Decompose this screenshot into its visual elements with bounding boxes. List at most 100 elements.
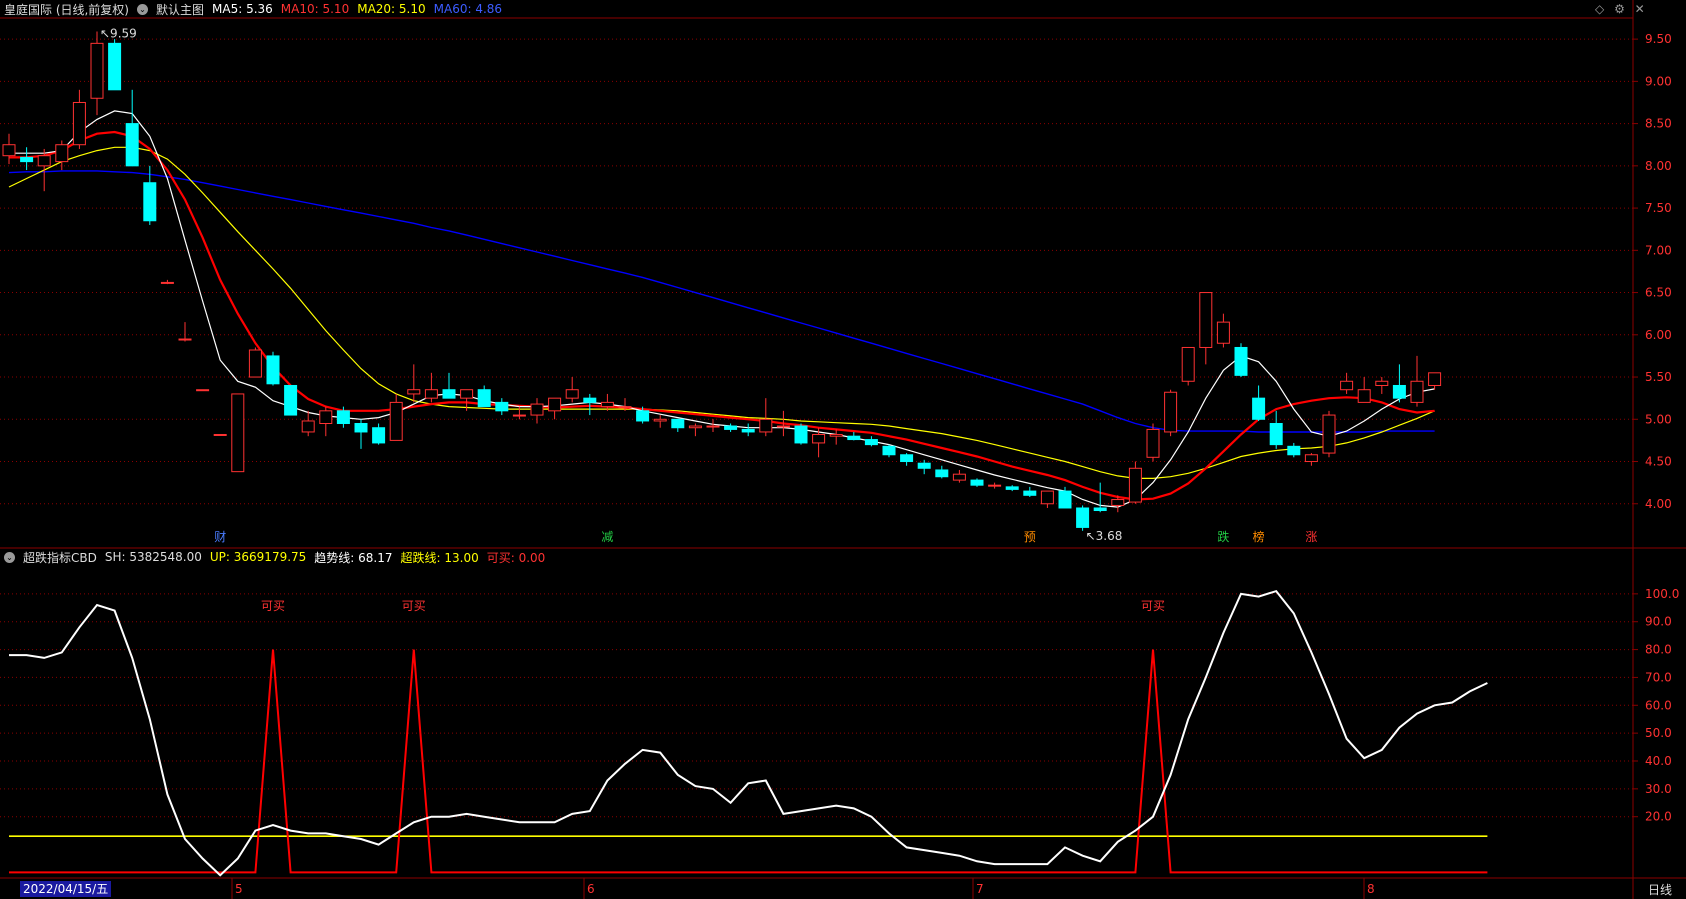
close-icon[interactable]: ✕ — [1635, 2, 1645, 16]
candle-body — [565, 389, 579, 399]
indicator-header: ⌄ 超跌指标CBD SH: 5382548.00 UP: 3669179.75 … — [4, 548, 545, 566]
candle-body — [266, 355, 280, 385]
month-label: 5 — [235, 882, 243, 896]
candle-body — [548, 397, 562, 412]
candle-body — [125, 123, 139, 167]
indicator-tick-label: 80.0 — [1645, 643, 1672, 657]
candle-body — [935, 469, 949, 478]
candle-body — [1076, 507, 1090, 528]
candle-body — [618, 406, 632, 409]
ma5-label: MA5: 5.36 — [212, 2, 273, 16]
candle-body — [1181, 346, 1195, 382]
candle-body — [477, 389, 491, 408]
candle-body — [900, 454, 914, 463]
candle-body — [319, 410, 333, 425]
candle-body — [460, 389, 474, 399]
candle-body — [284, 384, 298, 416]
ma5-line — [9, 110, 1435, 508]
candle-body — [1410, 380, 1424, 403]
kline-chart: ↖9.59 ↖3.68 财 减 预 跌 榜 涨 — [2, 27, 1442, 544]
candle-body — [108, 42, 122, 91]
candle-body — [1340, 380, 1354, 391]
candle-body — [1058, 490, 1072, 509]
candle-body — [1357, 389, 1371, 403]
price-tick-label: 9.00 — [1645, 74, 1672, 88]
candle-body — [1322, 414, 1336, 454]
candle-body — [20, 156, 34, 163]
sh-label: SH: 5382548.00 — [104, 550, 202, 564]
cursor-date: 2022/04/15/五 — [20, 881, 112, 897]
candle-body — [653, 418, 667, 422]
candle-body — [55, 144, 69, 163]
candle-body — [759, 418, 773, 433]
candle-body — [970, 479, 984, 486]
event-marker: 跌 — [1217, 529, 1229, 544]
period-label[interactable]: 日线 — [1648, 881, 1672, 898]
diamond-icon[interactable]: ◇ — [1595, 2, 1604, 16]
candle-body — [636, 410, 650, 422]
candle-body — [336, 410, 350, 425]
candle-body — [724, 425, 738, 430]
event-marker: 榜 — [1253, 529, 1265, 544]
candle-body — [301, 420, 315, 433]
settings-icon[interactable]: ⚙ — [1614, 2, 1625, 16]
candle-body — [847, 435, 861, 441]
ma60-label: MA60: 4.86 — [433, 2, 503, 16]
main-chart-header: 皇庭国际 (日线,前复权) ⌄ 默认主图 MA5: 5.36 MA10: 5.1… — [4, 0, 502, 18]
indicator-title[interactable]: 超跌指标CBD — [23, 549, 97, 566]
indicator-tick-label: 60.0 — [1645, 698, 1672, 712]
chevron-down-icon[interactable]: ⌄ — [137, 3, 148, 15]
buy-signal-label: 可买 — [261, 599, 285, 613]
candle-body — [988, 484, 1002, 487]
candle-body — [160, 281, 174, 284]
candle-body — [1128, 467, 1142, 503]
indicator-tick-label: 70.0 — [1645, 670, 1672, 684]
buy-signal-label: 可买 — [1141, 599, 1165, 613]
candle-body — [952, 473, 966, 481]
candle-body — [1428, 372, 1442, 386]
price-tick-label: 5.00 — [1645, 412, 1672, 426]
candle-body — [90, 42, 104, 99]
stock-title[interactable]: 皇庭国际 (日线,前复权) — [4, 1, 129, 18]
candle-body — [196, 389, 210, 392]
price-tick-label: 5.50 — [1645, 370, 1672, 384]
candle-body — [829, 433, 843, 437]
candle-body — [1375, 380, 1389, 386]
chart-canvas: ↖9.59 ↖3.68 财 减 预 跌 榜 涨 可买 可买 可买 9.50 9.00 8.50 8.00… — [0, 0, 1686, 899]
buyable-label: 可买: 0.00 — [486, 550, 546, 565]
candle-body — [72, 101, 86, 146]
price-tick-label: 6.50 — [1645, 286, 1672, 300]
ma60-line — [8, 170, 1435, 433]
candle-body — [442, 389, 456, 399]
candle-body — [1269, 423, 1283, 446]
event-marker: 财 — [214, 530, 226, 544]
price-extreme-label: ↖9.59 — [100, 27, 137, 41]
candle-body — [1287, 445, 1301, 456]
chevron-down-icon[interactable]: ⌄ — [4, 551, 15, 563]
indicator-tick-label: 20.0 — [1645, 810, 1672, 824]
candle-body — [213, 433, 227, 436]
price-tick-label: 9.50 — [1645, 32, 1672, 46]
ma20-line — [8, 146, 1435, 479]
candle-body — [1304, 454, 1318, 463]
candle-body — [1005, 486, 1019, 490]
candle-body — [706, 425, 720, 428]
month-label: 7 — [976, 882, 984, 896]
template-name[interactable]: 默认主图 — [156, 1, 204, 18]
candle-body — [1252, 397, 1266, 420]
candle-body — [812, 433, 826, 444]
candle-body — [530, 403, 544, 416]
event-marker: 减 — [601, 530, 613, 544]
candle-body — [354, 423, 368, 433]
candle-body — [1111, 499, 1125, 506]
candle-body — [37, 155, 51, 167]
candle-body — [1146, 428, 1160, 458]
candle-body — [776, 425, 790, 428]
candle-body — [424, 389, 438, 399]
month-label: 8 — [1367, 882, 1375, 896]
candle-body — [143, 182, 157, 222]
candle-body — [1093, 507, 1107, 512]
indicator-tick-label: 100.0 — [1645, 587, 1679, 601]
buy-signal-label: 可买 — [402, 599, 426, 613]
candle-body — [882, 445, 896, 456]
